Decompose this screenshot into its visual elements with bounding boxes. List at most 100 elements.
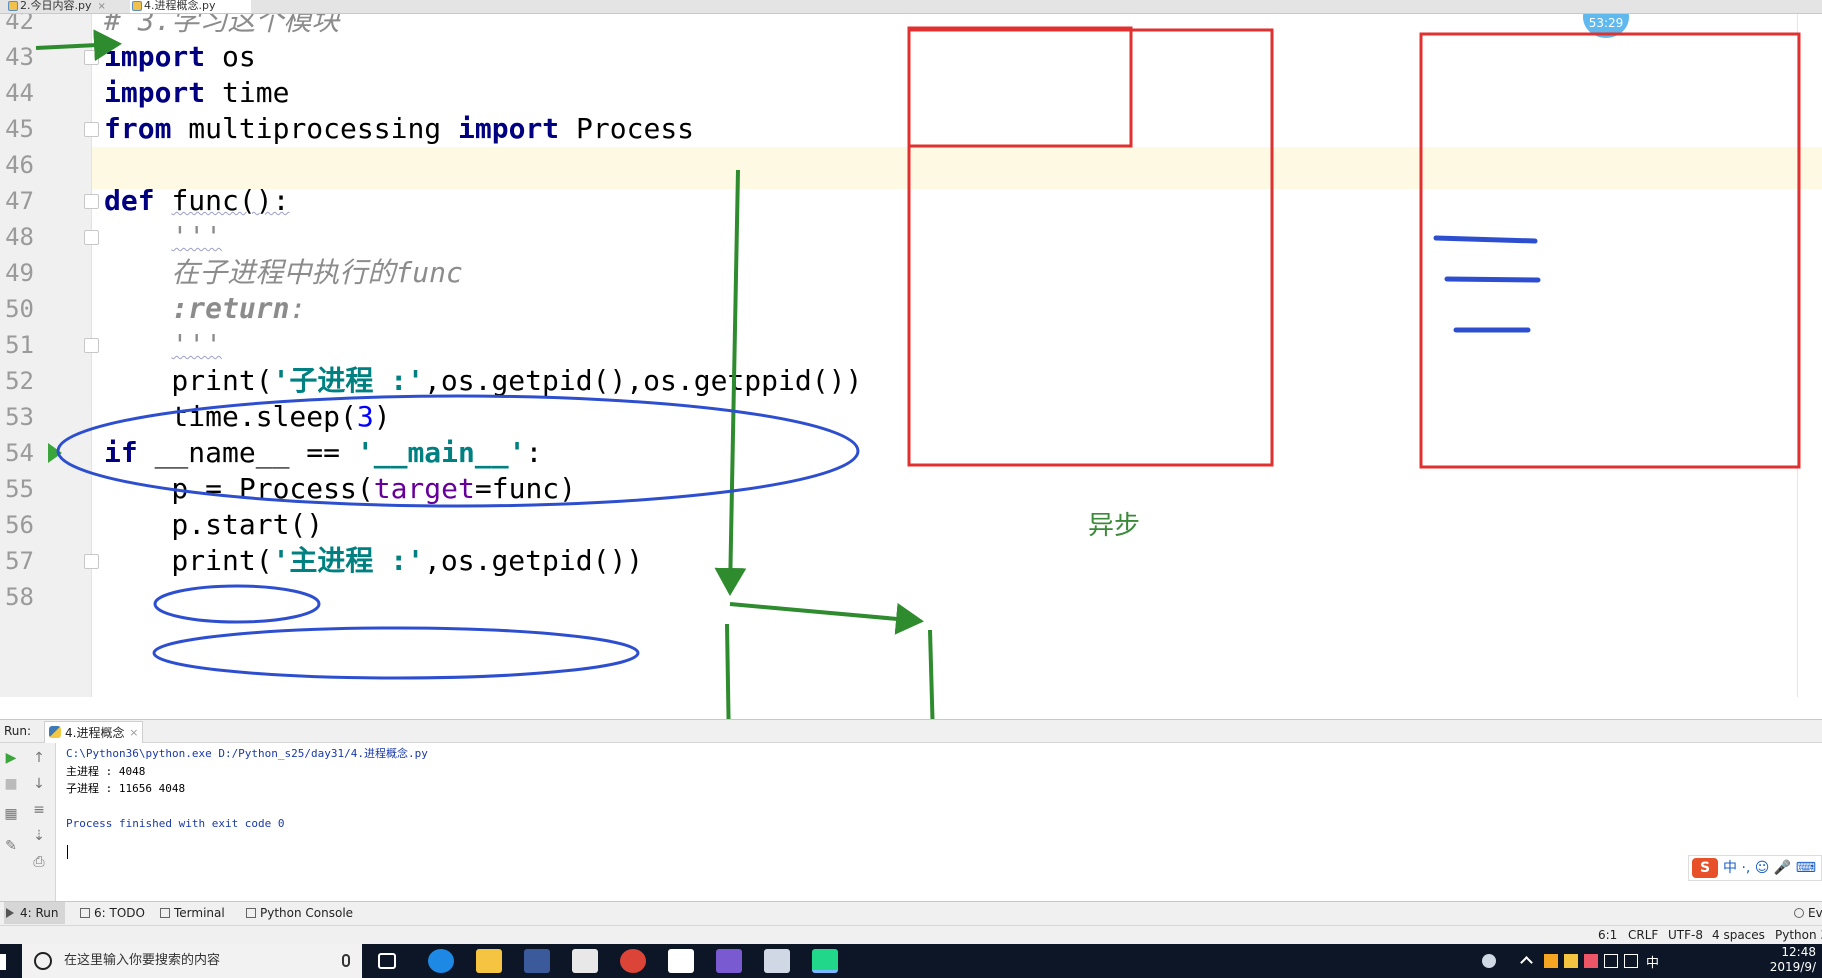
terminal-icon (160, 908, 170, 918)
layout-icon[interactable]: ▦ (0, 803, 22, 825)
console-output-line: 主进程 : 4048 (66, 764, 146, 778)
tool-tab-terminal[interactable]: Terminal (158, 902, 225, 924)
edge-browser-icon[interactable] (428, 949, 454, 973)
tray-app-icon[interactable] (1544, 954, 1558, 968)
line-number: 58 (5, 583, 34, 611)
file-explorer-icon[interactable] (476, 949, 502, 973)
code-line[interactable]: from multiprocessing import Process (104, 108, 694, 150)
indent-setting[interactable]: 4 spaces (1712, 926, 1765, 944)
fold-marker-icon[interactable] (84, 50, 99, 65)
editor-tab-4-process-concept[interactable]: 4.进程概念.py (130, 0, 252, 13)
code-token: 3 (356, 400, 374, 433)
app-icon[interactable] (716, 949, 742, 973)
code-token: def (104, 184, 155, 217)
soft-wrap-icon[interactable]: ≡ (28, 799, 50, 821)
console-output-line: C:\Python36\python.exe D:/Python_s25/day… (66, 747, 428, 760)
network-icon[interactable] (1604, 954, 1618, 968)
code-token: Process (559, 112, 695, 145)
fold-marker-icon[interactable] (84, 554, 99, 569)
store-icon[interactable] (524, 949, 550, 973)
task-view-icon[interactable] (378, 953, 396, 969)
ime-toolbar[interactable]: S 中 ·, ☺ 🎤 ⌨ (1688, 855, 1822, 881)
fold-marker-icon[interactable] (84, 230, 99, 245)
line-separator[interactable]: CRLF (1628, 926, 1658, 944)
code-line[interactable]: print('主进程 :',os.getpid()) (104, 540, 643, 582)
annotation-async-label: 异步 (1088, 511, 1141, 541)
scroll-to-end-icon[interactable]: ⇣ (28, 825, 50, 847)
code-token: : (289, 292, 307, 325)
cortana-icon (34, 952, 52, 970)
editor-tab-label: 4.进程概念.py (144, 0, 216, 12)
python-icon (49, 726, 61, 738)
sogou-logo-icon: S (1692, 858, 1718, 878)
run-icon (6, 908, 14, 918)
code-token: '主进程 :' (272, 544, 425, 577)
start-button[interactable] (0, 944, 22, 978)
tool-tab-label: 4: Run (20, 906, 59, 920)
editor-tab-strip: 2.今日内容.py × 4.进程概念.py (0, 0, 1822, 14)
recording-timer: 53:29 (1583, 14, 1629, 38)
people-icon[interactable] (1482, 954, 1496, 968)
code-token: __name__ == (137, 436, 357, 469)
tool-tab-todo[interactable]: 6: TODO (78, 902, 145, 924)
code-editor[interactable]: 42 43 44 45 46 47 48 49 50 51 52 53 54 55 56 57 58 # 3.学… (0, 14, 1822, 697)
python-file-icon (132, 1, 142, 11)
fold-marker-icon[interactable] (84, 122, 99, 137)
print-icon[interactable]: ⎙ (28, 851, 50, 873)
fold-marker-icon[interactable] (84, 338, 99, 353)
windows-logo-icon (0, 954, 6, 970)
console-output-line: Process finished with exit code 0 (66, 817, 285, 830)
pin-icon[interactable]: ✎ (0, 835, 22, 857)
ime-indicator[interactable]: 中 (1646, 952, 1659, 971)
run-config-tab[interactable]: 4.进程概念 × (44, 721, 144, 744)
chevron-up-icon[interactable] (1520, 956, 1533, 969)
tool-tab-label: Terminal (174, 906, 225, 920)
system-tray: 中 12:48 2019/9/ (1482, 944, 1822, 978)
volume-icon[interactable] (1624, 954, 1638, 968)
close-icon[interactable]: × (97, 1, 105, 12)
tray-app-icon[interactable] (1584, 954, 1598, 968)
app-icon[interactable] (668, 949, 694, 973)
status-bar: 6:1 CRLF UTF-8 4 spaces Python 3 (0, 925, 1822, 944)
interpreter[interactable]: Python 3 (1775, 926, 1822, 944)
microphone-icon[interactable] (342, 954, 350, 967)
code-token: ''' (171, 328, 223, 361)
editor-tab-label: 2.今日内容.py (20, 0, 92, 12)
close-icon[interactable]: × (129, 722, 138, 744)
rerun-icon[interactable]: ▶ (0, 747, 22, 769)
code-token: =func) (474, 472, 577, 505)
code-token: multiprocessing (171, 112, 459, 145)
editor-tab-2-today-content[interactable]: 2.今日内容.py × (6, 0, 106, 13)
python-console-icon (246, 908, 256, 918)
code-token: ''' (171, 220, 223, 253)
tool-tab-run[interactable]: 4: Run (4, 902, 65, 924)
file-encoding[interactable]: UTF-8 (1668, 926, 1703, 944)
code-token: print( (104, 364, 273, 397)
code-token: import (104, 76, 206, 109)
run-label: Run: (4, 724, 32, 738)
fold-marker-icon[interactable] (84, 194, 99, 209)
run-tab-label: 4.进程概念 (65, 726, 125, 740)
ime-toolbar-items: 中 ·, ☺ 🎤 ⌨ (1723, 860, 1816, 876)
scroll-up-icon[interactable]: ↑ (28, 747, 50, 769)
run-gutter-icon[interactable] (48, 443, 62, 463)
tray-app-icon[interactable] (1564, 954, 1578, 968)
scroll-down-icon[interactable]: ↓ (28, 773, 50, 795)
event-log-icon (1794, 908, 1804, 918)
app-icon[interactable] (764, 949, 790, 973)
run-console-output[interactable]: C:\Python36\python.exe D:/Python_s25/day… (56, 743, 1822, 901)
chrome-icon[interactable] (620, 949, 646, 973)
clock-date: 2019/9/ (1769, 960, 1816, 974)
taskbar-search[interactable]: 在这里输入你要搜索的内容 (22, 944, 362, 978)
caret-position[interactable]: 6:1 (1598, 926, 1617, 944)
pycharm-icon[interactable] (812, 949, 838, 973)
code-token: os (205, 40, 256, 73)
tool-tab-event-log[interactable]: Ev (1792, 902, 1822, 924)
tool-tab-python-console[interactable]: Python Console (244, 902, 353, 924)
stop-icon[interactable]: ■ (0, 773, 22, 795)
mail-icon[interactable] (572, 949, 598, 973)
taskbar-clock[interactable]: 12:48 2019/9/ (1770, 945, 1816, 975)
